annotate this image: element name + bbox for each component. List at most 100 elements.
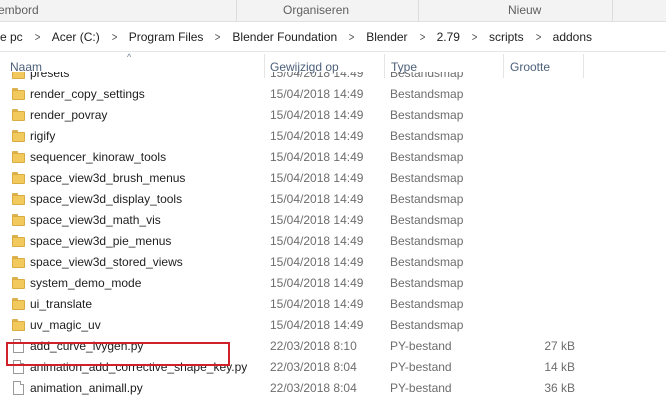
file-date: 15/04/2018 14:49 xyxy=(270,255,364,269)
folder-row[interactable]: space_view3d_pie_menus 15/04/2018 14:49 Be… xyxy=(0,231,666,252)
file-date: 15/04/2018 14:49 xyxy=(270,318,364,332)
file-type: Bestandsmap xyxy=(390,108,464,122)
breadcrumb-chevron-icon[interactable]: > xyxy=(529,30,547,44)
file-type: Bestandsmap xyxy=(390,129,464,143)
file-type: PY-bestand xyxy=(390,360,452,374)
breadcrumb-blender-foundation[interactable]: Blender Foundation xyxy=(229,30,340,44)
breadcrumb-chevron-icon[interactable]: > xyxy=(105,30,123,44)
file-type: Bestandsmap xyxy=(390,72,464,80)
file-date: 15/04/2018 14:49 xyxy=(270,150,364,164)
address-bar[interactable]: e pc > Acer (C:) > Program Files > Blend… xyxy=(0,22,666,52)
folder-row[interactable]: space_view3d_brush_menus 15/04/2018 14:49… xyxy=(0,168,666,189)
file-date: 22/03/2018 8:04 xyxy=(270,360,357,374)
folder-icon xyxy=(12,192,26,206)
folder-icon xyxy=(12,234,26,248)
ribbon-divider xyxy=(612,0,613,22)
file-name: space_view3d_display_tools xyxy=(30,192,183,206)
file-date: 15/04/2018 14:49 xyxy=(270,276,364,290)
folder-row[interactable]: sequencer_kinoraw_tools 15/04/2018 14:49 B… xyxy=(0,147,666,168)
file-size: 36 kB xyxy=(544,381,575,395)
file-date: 15/04/2018 14:49 xyxy=(270,87,364,101)
breadcrumb-blender[interactable]: Blender xyxy=(363,30,410,44)
file-type: Bestandsmap xyxy=(390,318,464,332)
file-type: Bestandsmap xyxy=(390,192,464,206)
ribbon-divider xyxy=(236,0,237,22)
file-type: Bestandsmap xyxy=(390,150,464,164)
file-size: 27 kB xyxy=(544,339,575,353)
ribbon-group-new-label: Nieuw xyxy=(508,3,542,17)
file-name: space_view3d_math_vis xyxy=(30,213,161,227)
file-date: 15/04/2018 14:49 xyxy=(270,297,364,311)
file-date: 15/04/2018 14:49 xyxy=(270,192,364,206)
folder-row[interactable]: space_view3d_math_vis 15/04/2018 14:49 Bes… xyxy=(0,210,666,231)
breadcrumb-drive[interactable]: Acer (C:) xyxy=(49,30,103,44)
file-date: 15/04/2018 14:49 xyxy=(270,234,364,248)
file-type: Bestandsmap xyxy=(390,234,464,248)
file-date: 22/03/2018 8:10 xyxy=(270,339,357,353)
breadcrumb-version[interactable]: 2.79 xyxy=(434,30,463,44)
breadcrumb-chevron-icon[interactable]: > xyxy=(342,30,360,44)
file-date: 15/04/2018 14:49 xyxy=(270,171,364,185)
file-name: rigify xyxy=(30,129,56,143)
folder-row[interactable]: ui_translate 15/04/2018 14:49 Bestandsmap xyxy=(0,294,666,315)
folder-icon xyxy=(12,72,26,80)
file-type: Bestandsmap xyxy=(390,171,464,185)
ribbon-group-clipboard-label: embord xyxy=(0,3,39,17)
file-row[interactable]: animation_animall.py 22/03/2018 8:04 PY-be… xyxy=(0,378,666,399)
highlight-annotation xyxy=(6,342,230,366)
folder-row[interactable]: space_view3d_stored_views 15/04/2018 14:4… xyxy=(0,252,666,273)
folder-icon xyxy=(12,129,26,143)
ribbon-group-labels: embord Organiseren Nieuw xyxy=(0,0,666,22)
folder-icon xyxy=(12,213,26,227)
file-date: 15/04/2018 14:49 xyxy=(270,129,364,143)
folder-row[interactable]: presets 15/04/2018 14:49 Bestandsmap xyxy=(0,72,666,84)
folder-icon xyxy=(12,276,26,290)
file-name: ui_translate xyxy=(30,297,93,311)
file-name: presets xyxy=(30,72,70,80)
folder-icon xyxy=(12,150,26,164)
breadcrumb-scripts[interactable]: scripts xyxy=(486,30,527,44)
breadcrumb-chevron-icon[interactable]: > xyxy=(209,30,227,44)
folder-row[interactable]: render_copy_settings 15/04/2018 14:49 Best… xyxy=(0,84,666,105)
breadcrumb-chevron-icon[interactable]: > xyxy=(413,30,431,44)
file-name: render_copy_settings xyxy=(30,87,145,101)
folder-row[interactable]: system_demo_mode 15/04/2018 14:49 Bestands… xyxy=(0,273,666,294)
file-name: space_view3d_pie_menus xyxy=(30,234,172,248)
file-name: uv_magic_uv xyxy=(30,318,101,332)
folder-row[interactable]: uv_magic_uv 15/04/2018 14:49 Bestandsmap xyxy=(0,315,666,336)
breadcrumb-chevron-icon[interactable]: > xyxy=(465,30,483,44)
breadcrumb-program-files[interactable]: Program Files xyxy=(126,30,207,44)
sort-ascending-icon: ^ xyxy=(127,52,132,62)
file-date: 22/03/2018 8:04 xyxy=(270,381,357,395)
file-type: Bestandsmap xyxy=(390,255,464,269)
file-name: space_view3d_brush_menus xyxy=(30,171,186,185)
file-type: Bestandsmap xyxy=(390,87,464,101)
folder-icon xyxy=(12,297,26,311)
folder-row[interactable]: render_povray 15/04/2018 14:49 Bestandsmap xyxy=(0,105,666,126)
file-name: space_view3d_stored_views xyxy=(30,255,183,269)
file-type: Bestandsmap xyxy=(390,213,464,227)
folder-icon xyxy=(12,318,26,332)
file-date: 15/04/2018 14:49 xyxy=(270,108,364,122)
breadcrumb-this-pc[interactable]: e pc xyxy=(0,30,26,44)
folder-row[interactable]: space_view3d_display_tools 15/04/2018 14:… xyxy=(0,189,666,210)
file-type: Bestandsmap xyxy=(390,297,464,311)
breadcrumb: e pc > Acer (C:) > Program Files > Blend… xyxy=(0,22,595,52)
file-type: PY-bestand xyxy=(390,381,452,395)
file-date: 15/04/2018 14:49 xyxy=(270,72,364,80)
file-size: 14 kB xyxy=(544,360,575,374)
breadcrumb-chevron-icon[interactable]: > xyxy=(28,30,46,44)
folder-icon xyxy=(12,255,26,269)
folder-icon xyxy=(12,108,26,122)
ribbon-group-organize-label: Organiseren xyxy=(283,3,350,17)
file-name: render_povray xyxy=(30,108,108,122)
file-name: system_demo_mode xyxy=(30,276,142,290)
ribbon-divider xyxy=(418,0,419,22)
folder-icon xyxy=(12,171,26,185)
folder-icon xyxy=(12,87,26,101)
file-type: PY-bestand xyxy=(390,339,452,353)
breadcrumb-addons[interactable]: addons xyxy=(550,30,595,44)
file-date: 15/04/2018 14:49 xyxy=(270,213,364,227)
folder-row[interactable]: rigify 15/04/2018 14:49 Bestandsmap xyxy=(0,126,666,147)
document-icon xyxy=(13,381,24,395)
